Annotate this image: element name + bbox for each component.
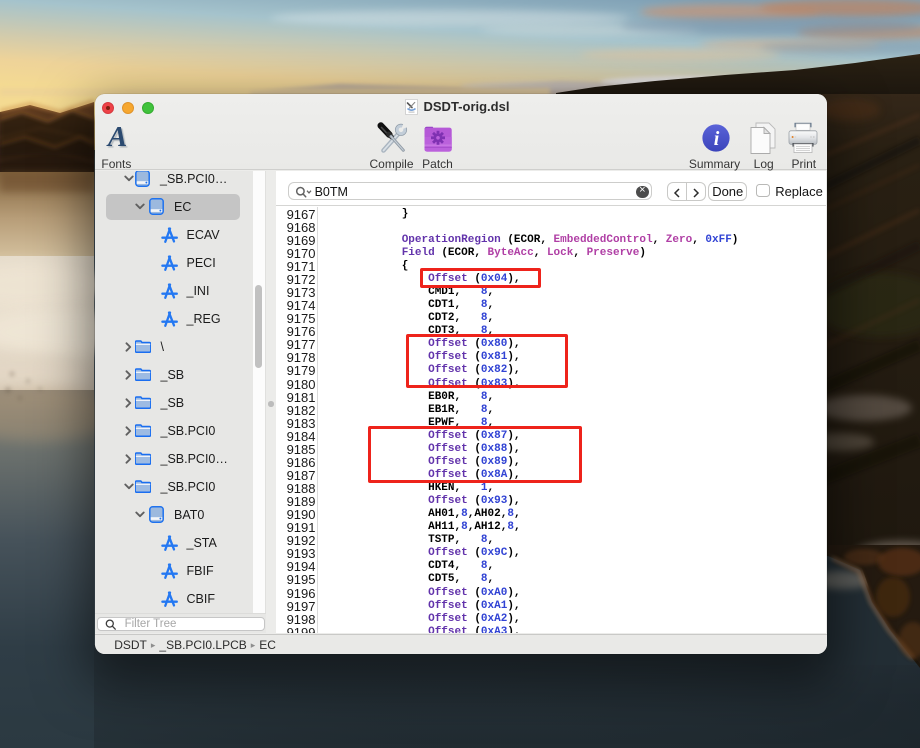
- svg-text:i: i: [713, 128, 719, 150]
